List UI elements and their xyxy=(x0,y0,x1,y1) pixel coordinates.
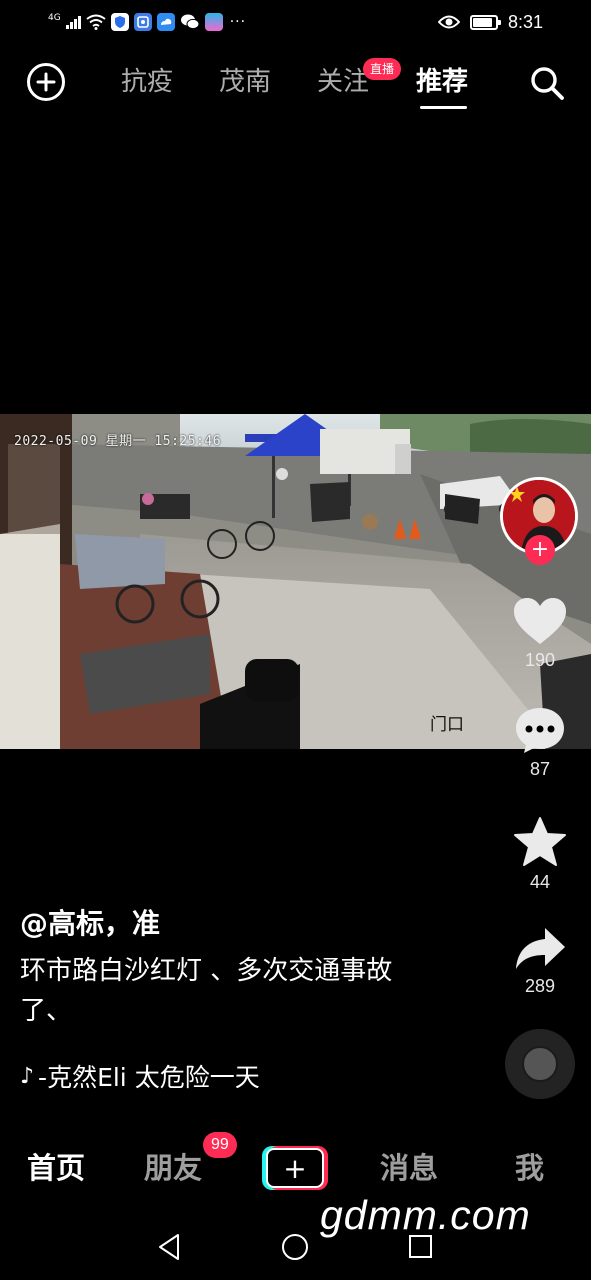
author-avatar-group: + xyxy=(500,477,580,565)
plus-icon xyxy=(36,72,56,92)
share-count: 289 xyxy=(524,976,556,996)
tab-following[interactable]: 关注 xyxy=(317,66,369,98)
like-count: 190 xyxy=(524,650,556,670)
eye-icon xyxy=(437,15,460,29)
music-disc[interactable] xyxy=(505,1029,575,1099)
clock: 8:31 xyxy=(507,11,543,32)
music-title: -克然Eli 太危险一天 xyxy=(38,1063,260,1092)
heart-icon[interactable] xyxy=(512,596,568,646)
system-nav-bar xyxy=(0,1222,591,1272)
wifi-icon xyxy=(86,14,106,30)
music-info[interactable]: ♪ -克然Eli 太危险一天 xyxy=(20,1058,320,1094)
friends-badge: 99 xyxy=(203,1132,237,1158)
star-icon[interactable] xyxy=(513,816,567,868)
create-button[interactable]: + xyxy=(262,1146,328,1190)
home-icon[interactable] xyxy=(282,1234,308,1260)
recents-icon[interactable] xyxy=(409,1235,432,1258)
comment-count: 87 xyxy=(529,759,551,779)
favorite-action[interactable]: 44 xyxy=(500,816,580,893)
live-badge: 直播 xyxy=(363,58,402,80)
video-frame xyxy=(0,414,591,749)
comment-icon[interactable] xyxy=(513,705,567,755)
nav-home[interactable]: 首页 xyxy=(27,1150,85,1186)
signal-icon xyxy=(65,15,81,29)
network-type: 4G xyxy=(48,12,61,23)
cloud-app-icon xyxy=(156,13,175,31)
status-bar: 4G ··· 8:31 xyxy=(0,0,591,44)
video-caption: 环市路白沙红灯 、多次交通事故了、 xyxy=(20,956,393,1026)
cctv-location-label: 门口 xyxy=(430,715,464,735)
status-left: 4G ··· xyxy=(48,10,246,34)
share-arrow-icon[interactable] xyxy=(513,926,567,972)
video-player[interactable]: 2022-05-09 星期一 15:25:46 门口 xyxy=(0,414,591,749)
shield-app-icon xyxy=(110,13,129,31)
follow-button[interactable]: + xyxy=(525,535,555,565)
status-right: 8:31 xyxy=(437,10,543,34)
back-icon[interactable] xyxy=(156,1232,182,1262)
bottom-nav: 首页 朋友 99 + 消息 我 xyxy=(0,1132,591,1200)
share-action[interactable]: 289 xyxy=(500,926,580,997)
music-note-icon: ♪ xyxy=(20,1063,35,1089)
tab-recommend[interactable]: 推荐 xyxy=(416,66,468,98)
favorite-count: 44 xyxy=(529,872,551,892)
like-action[interactable]: 190 xyxy=(500,596,580,671)
tab-anti-epidemic[interactable]: 抗疫 xyxy=(121,66,173,98)
comment-action[interactable]: 87 xyxy=(500,705,580,780)
battery-icon xyxy=(469,14,501,30)
author-name[interactable]: @高标，准 xyxy=(20,902,160,942)
nav-friends[interactable]: 朋友 xyxy=(144,1150,202,1186)
more-dots-icon: ··· xyxy=(229,14,247,30)
cctv-timestamp: 2022-05-09 星期一 15:25:46 xyxy=(14,434,222,449)
battery-level xyxy=(472,17,492,27)
create-plus-icon: + xyxy=(266,1148,324,1188)
game-app-icon xyxy=(204,13,223,31)
active-tab-indicator xyxy=(420,106,467,109)
search-icon[interactable] xyxy=(528,64,566,102)
nav-me[interactable]: 我 xyxy=(515,1150,544,1186)
top-nav: 抗疫 茂南 关注 直播 推荐 xyxy=(0,52,591,112)
music-cover xyxy=(522,1046,558,1082)
music-app-icon xyxy=(133,13,152,31)
wechat-icon xyxy=(180,14,200,30)
tab-maonan[interactable]: 茂南 xyxy=(219,66,271,98)
add-button[interactable] xyxy=(27,63,65,101)
nav-messages[interactable]: 消息 xyxy=(380,1150,438,1186)
